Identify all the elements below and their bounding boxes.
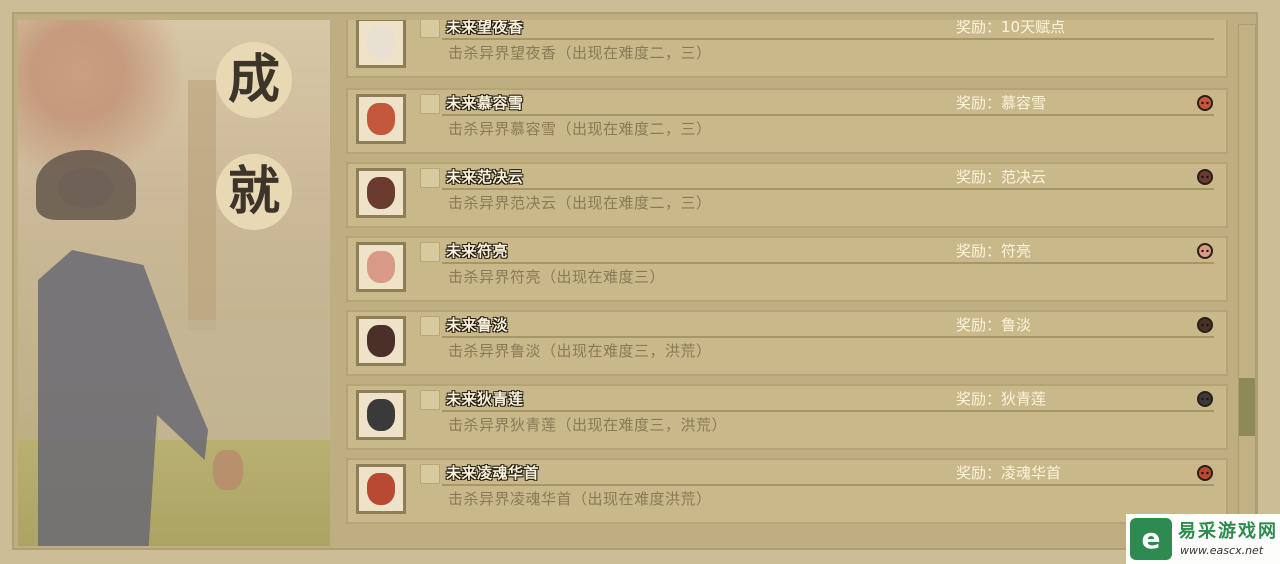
achievement-name: 未来鲁淡 bbox=[446, 316, 509, 334]
achievement-reward: 奖励：慕容雪 bbox=[956, 94, 1047, 112]
divider bbox=[442, 336, 1214, 338]
achievement-checkbox bbox=[420, 94, 440, 114]
hat-swordsman-portrait-icon bbox=[356, 390, 406, 440]
achievement-list[interactable]: 未来望夜香 奖励：10天赋点击杀异界望夜香（出现在难度二，三） 未来慕容雪 奖励：慕容… bbox=[336, 20, 1234, 544]
divider bbox=[442, 38, 1214, 40]
site-watermark: e 易采游戏网 www.eascx.net bbox=[1126, 514, 1280, 564]
achievement-checkbox bbox=[420, 20, 440, 38]
pig-head-icon bbox=[1194, 242, 1216, 260]
red-haired-portrait-icon bbox=[356, 464, 406, 514]
achievement-checkbox bbox=[420, 242, 440, 262]
portrait-face bbox=[367, 251, 395, 283]
fox-face-icon bbox=[356, 20, 406, 68]
achievement-description: 击杀异界狄青莲（出现在难度三，洪荒） bbox=[448, 416, 728, 434]
achievement-card[interactable]: 未来符亮 奖励：符亮击杀异界符亮（出现在难度三） bbox=[346, 236, 1228, 302]
portrait-face bbox=[367, 103, 395, 135]
achievement-checkbox bbox=[420, 464, 440, 484]
pig-face-portrait-icon bbox=[356, 242, 406, 292]
portrait-face bbox=[367, 473, 395, 505]
game-window: 成 就 未来望夜香 奖励：10天赋点 击杀异界望夜香（出现在难度二，三） 未来慕容雪奖… bbox=[0, 0, 1280, 564]
character-bun-art bbox=[58, 168, 114, 208]
achievement-card[interactable]: 未来范决云 奖励：范决云击杀异界范决云（出现在难度二，三） bbox=[346, 162, 1228, 228]
achievement-name: 未来符亮 bbox=[446, 242, 509, 260]
achievement-name: 未来望夜香 bbox=[446, 20, 524, 36]
bandit-head-icon bbox=[1194, 316, 1216, 334]
achievement-card[interactable]: 未来慕容雪 奖励：慕容雪击杀异界慕容雪（出现在难度二，三） bbox=[346, 88, 1228, 154]
achievement-card[interactable]: 未来狄青莲 奖励：狄青莲击杀异界狄青莲（出现在难度三，洪荒） bbox=[346, 384, 1228, 450]
achievement-checkbox bbox=[420, 168, 440, 188]
divider bbox=[442, 114, 1214, 116]
achievement-description: 击杀异界凌魂华首（出现在难度洪荒） bbox=[448, 490, 712, 508]
portrait-face bbox=[367, 177, 395, 209]
achievement-name: 未来狄青莲 bbox=[446, 390, 524, 408]
scrollbar-thumb[interactable] bbox=[1239, 378, 1255, 436]
maple-tree-art bbox=[18, 20, 198, 170]
achievement-checkbox bbox=[420, 390, 440, 410]
watermark-url: www.eascx.net bbox=[1180, 544, 1264, 557]
tree-trunk-art bbox=[188, 80, 216, 330]
achievement-description: 击杀异界望夜香（出现在难度二，三） bbox=[448, 44, 712, 62]
bald-bandit-portrait-icon bbox=[356, 316, 406, 366]
portrait-face bbox=[367, 325, 395, 357]
title-char-1: 成 bbox=[216, 42, 292, 118]
red-head-icon bbox=[1194, 464, 1216, 482]
achievement-reward: 奖励：10天赋点 bbox=[956, 20, 1066, 36]
achievement-reward: 奖励：范决云 bbox=[956, 168, 1047, 186]
portrait-face bbox=[367, 399, 395, 431]
hat-head-icon bbox=[1194, 390, 1216, 408]
achievement-reward: 奖励：鲁淡 bbox=[956, 316, 1032, 334]
title-char-2: 就 bbox=[216, 154, 292, 230]
achievement-name: 未来慕容雪 bbox=[446, 94, 524, 112]
girl-portrait-icon bbox=[356, 94, 406, 144]
achievement-description: 击杀异界符亮（出现在难度三） bbox=[448, 268, 666, 286]
achievement-card[interactable]: 未来鲁淡 奖励：鲁淡击杀异界鲁淡（出现在难度三，洪荒） bbox=[346, 310, 1228, 376]
man-head-icon bbox=[1194, 168, 1216, 186]
achievement-description: 击杀异界范决云（出现在难度二，三） bbox=[448, 194, 712, 212]
achievement-card[interactable]: 未来凌魂华首 奖励：凌魂华首击杀异界凌魂华首（出现在难度洪荒） bbox=[346, 458, 1228, 524]
bearded-man-portrait-icon bbox=[356, 168, 406, 218]
achievement-name: 未来凌魂华首 bbox=[446, 464, 540, 482]
achievement-card[interactable]: 未来望夜香 奖励：10天赋点击杀异界望夜香（出现在难度二，三） bbox=[346, 20, 1228, 78]
achievement-name: 未来范决云 bbox=[446, 168, 524, 186]
watermark-site-name: 易采游戏网 bbox=[1178, 521, 1278, 542]
portrait-face bbox=[367, 27, 395, 59]
achievement-checkbox bbox=[420, 316, 440, 336]
achievement-reward: 奖励：凌魂华首 bbox=[956, 464, 1062, 482]
divider bbox=[442, 188, 1214, 190]
achievement-reward: 奖励：符亮 bbox=[956, 242, 1032, 260]
character-hand-art bbox=[213, 450, 243, 490]
girl-head-icon bbox=[1194, 94, 1216, 112]
divider bbox=[442, 484, 1214, 486]
achievement-description: 击杀异界鲁淡（出现在难度三，洪荒） bbox=[448, 342, 712, 360]
list-scrollbar[interactable] bbox=[1238, 24, 1256, 540]
watermark-logo-icon: e bbox=[1130, 518, 1172, 560]
divider bbox=[442, 262, 1214, 264]
divider bbox=[442, 410, 1214, 412]
achievement-reward: 奖励：狄青莲 bbox=[956, 390, 1047, 408]
achievement-description: 击杀异界慕容雪（出现在难度二，三） bbox=[448, 120, 712, 138]
